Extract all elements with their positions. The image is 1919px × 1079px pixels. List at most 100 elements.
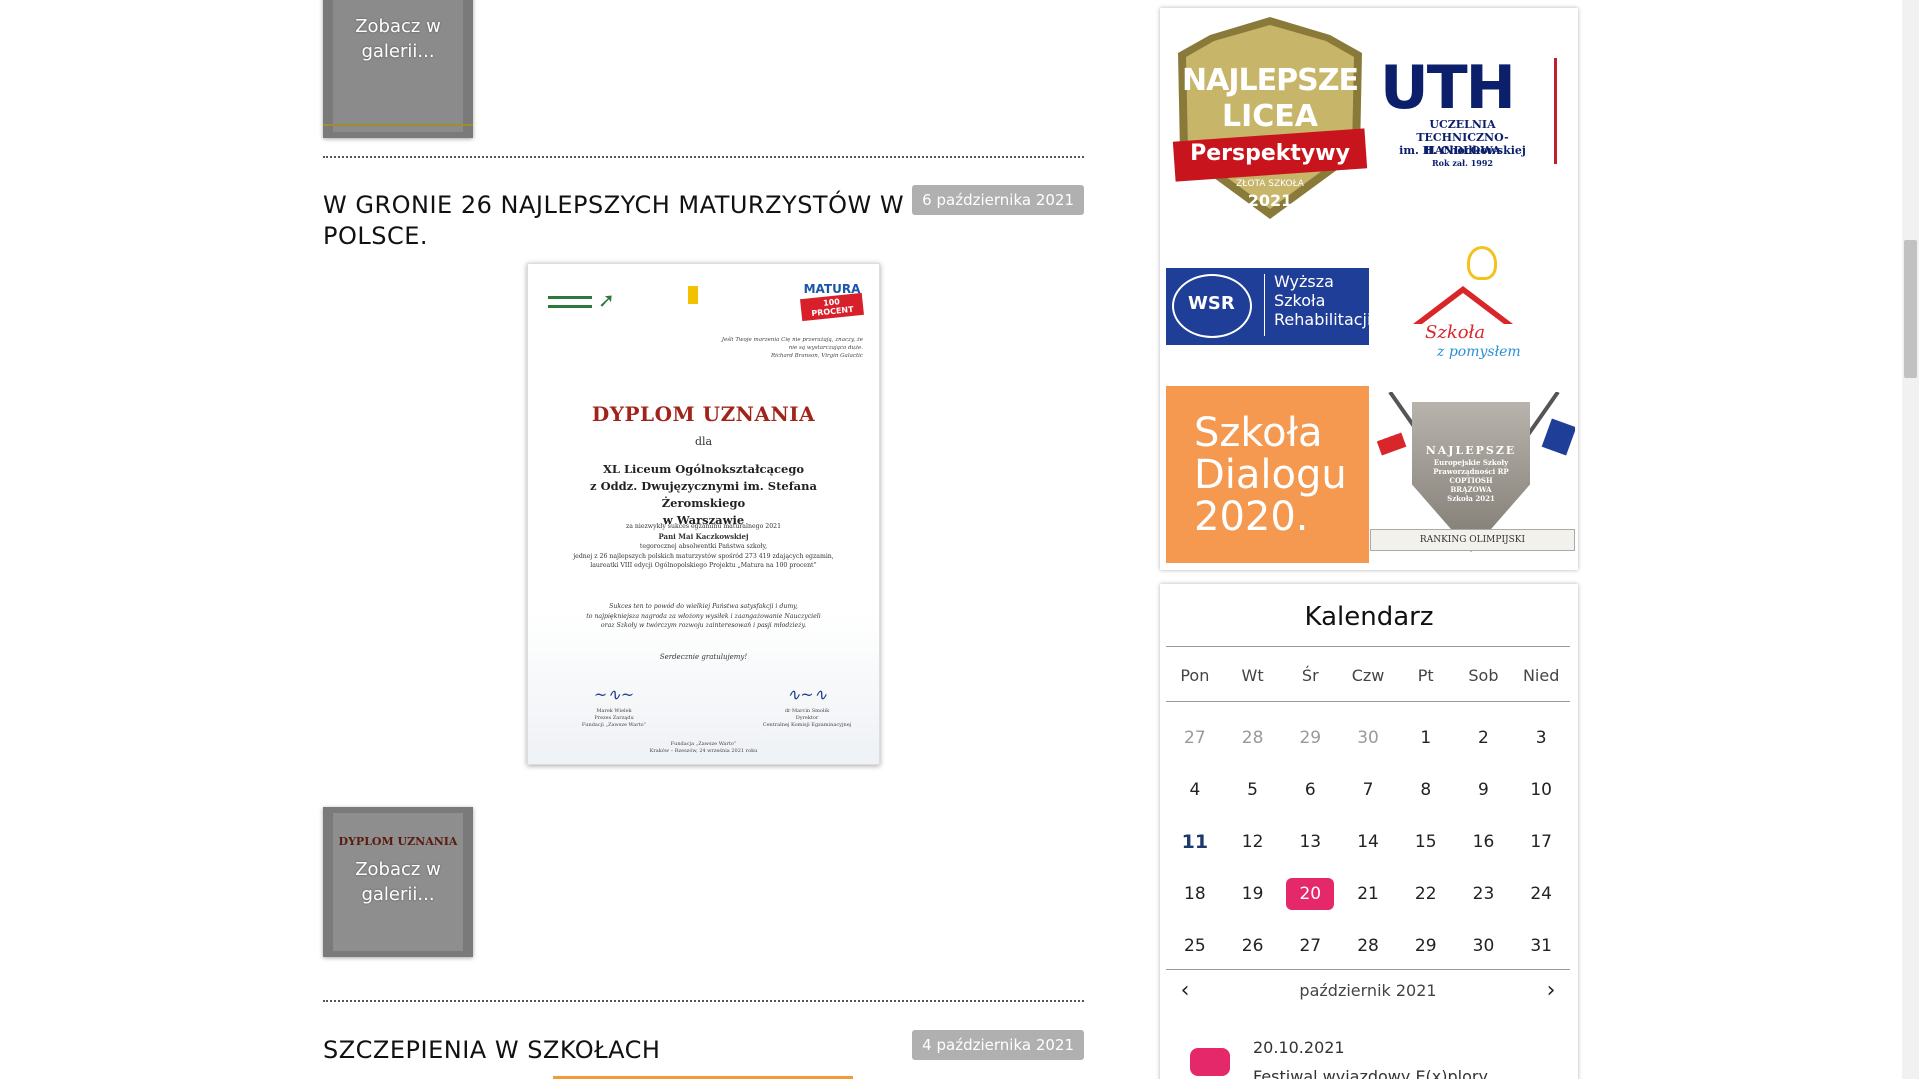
diploma-italic: Sukces ten to powód do wielkiej Państwa …	[552, 602, 855, 631]
house-roof-inner	[1422, 293, 1504, 324]
calendar-widget: Kalendarz Pon Wt Śr Czw Pt Sob Nied 27 28 29 30 1 2…	[1160, 584, 1578, 1079]
olimp-line: NAJLEPSZE	[1425, 444, 1517, 457]
divider	[1166, 646, 1570, 647]
weekday-label: Sob	[1468, 666, 1499, 685]
calendar-day[interactable]: 31	[1512, 920, 1570, 972]
wsr-line: Wyższa	[1274, 272, 1334, 291]
calendar-day[interactable]: 5	[1224, 764, 1282, 816]
calendar-day[interactable]: 27	[1166, 712, 1224, 764]
calendar-day[interactable]: 1	[1397, 712, 1455, 764]
calendar-day[interactable]: 3	[1512, 712, 1570, 764]
ranking-olimpijski-badge[interactable]: NAJLEPSZE Europejskie Szkoły Praworządno…	[1370, 392, 1575, 564]
divider	[1166, 969, 1570, 970]
body-line: tegorocznej absolwentki Państwa szkoły,	[639, 543, 768, 550]
calendar-day[interactable]: 23	[1455, 868, 1513, 920]
calendar-day[interactable]: 28	[1224, 712, 1282, 764]
selected-day[interactable]: 20	[1286, 878, 1335, 910]
signature-left: ~∿~ Marek Wielek Prezes Zarządu Fundacji…	[554, 682, 674, 729]
calendar-day[interactable]: 27	[1281, 920, 1339, 972]
calendar-day[interactable]: 7	[1339, 764, 1397, 816]
calendar-day[interactable]: 8	[1397, 764, 1455, 816]
diploma-quote: Jeśli Twoje marzenia Cię nie przerażają,…	[713, 336, 863, 360]
body-line-name: Pani Mai Kaczkowskiej	[552, 532, 855, 543]
event-color-marker	[1190, 1048, 1230, 1076]
pomysl-word: Szkoła	[1425, 322, 1486, 343]
uth-logo[interactable]: UTH UCZELNIA TECHNICZNO-HANDLOWA im. H. …	[1380, 58, 1570, 178]
gallery-link[interactable]: Zobacz w galerii...	[323, 857, 473, 907]
calendar-day[interactable]: 24	[1512, 868, 1570, 920]
weekday-label: Śr	[1301, 666, 1319, 685]
dialog-line: 2020.	[1194, 494, 1309, 540]
lightbulb-icon	[1467, 246, 1497, 280]
thumbnail-decoration	[323, 124, 473, 126]
gallery-thumbnail[interactable]: Zobacz w galerii...	[323, 0, 473, 138]
calendar-day[interactable]: 9	[1455, 764, 1513, 816]
cke-square	[688, 286, 698, 304]
diploma-footer: Fundacja „Zawsze Warto” Kraków – Rzeszów…	[528, 741, 879, 755]
calendar-day[interactable]: 12	[1224, 816, 1282, 868]
event-title[interactable]: Festiwal wyjazdowy E(x)plory	[1253, 1067, 1488, 1079]
gallery-link[interactable]: Zobacz w galerii...	[323, 14, 473, 64]
calendar-week-row: 11 12 13 14 15 16 17	[1166, 816, 1570, 868]
calendar-day[interactable]: 26	[1224, 920, 1282, 972]
signature-scrawl: ∿~∿	[786, 685, 828, 704]
olimp-line: COPTIOSH	[1449, 476, 1493, 485]
calendar-day[interactable]: 15	[1397, 816, 1455, 868]
calendar-day[interactable]: 10	[1512, 764, 1570, 816]
italic-line: to najpiękniejsza nagroda za włożony wys…	[586, 612, 821, 620]
italic-line: Sukces ten to powód do wielkiej Państwa …	[609, 603, 798, 610]
scrollbar-thumb[interactable]	[1904, 240, 1917, 378]
post-title-line[interactable]: POLSCE.	[323, 221, 904, 252]
wsr-logo[interactable]: WSR Wyższa Szkoła Rehabilitacji	[1166, 268, 1369, 345]
calendar-day[interactable]: 25	[1166, 920, 1224, 972]
calendar-day[interactable]: 19	[1224, 868, 1282, 920]
logo-bar	[548, 296, 592, 308]
calendar-day[interactable]: 30	[1455, 920, 1513, 972]
calendar-day[interactable]: 17	[1512, 816, 1570, 868]
olimp-line: Szkoła 2021	[1447, 494, 1495, 503]
calendar-day[interactable]: 20	[1281, 868, 1339, 920]
page-scrollbar[interactable]	[1902, 0, 1919, 1079]
calendar-day[interactable]: 30	[1339, 712, 1397, 764]
calendar-day[interactable]: 2	[1455, 712, 1513, 764]
dialog-line: Szkoła	[1194, 410, 1323, 456]
szkola-dialogu-logo[interactable]: Szkoła Dialogu 2020.	[1166, 386, 1369, 563]
calendar-weekdays: Pon Wt Śr Czw Pt Sob Nied	[1166, 666, 1570, 688]
thumbnail-heading: DYPLOM UZNANIA	[338, 835, 458, 848]
szkola-z-pomyslem-logo[interactable]: Szkoła z pomysłem	[1395, 236, 1545, 376]
calendar-day[interactable]: 16	[1455, 816, 1513, 868]
post-title[interactable]: SZCZEPIENIA W SZKOŁACH	[323, 1035, 660, 1066]
laureate-name: Pani Mai Kaczkowskiej	[658, 531, 749, 541]
diploma-school-name: XL Liceum Ogólnokształcącego z Oddz. Dwu…	[548, 461, 859, 529]
diploma-body: za niezwykły sukces egzaminu maturalnego…	[552, 522, 855, 571]
cke-logo	[688, 286, 768, 305]
gallery-thumbnail[interactable]: DYPLOM UZNANIA Zobacz w galerii...	[323, 807, 473, 957]
calendar-day[interactable]: 21	[1339, 868, 1397, 920]
wsr-line: Rehabilitacji	[1274, 310, 1369, 329]
diploma-image[interactable]: ➚ MATURA 100 PROCENT Jeśli Twoje marzeni…	[527, 263, 880, 765]
calendar-day[interactable]: 14	[1339, 816, 1397, 868]
calendar-day[interactable]: 11	[1166, 816, 1224, 868]
calendar-day[interactable]: 29	[1397, 920, 1455, 972]
calendar-day[interactable]: 4	[1166, 764, 1224, 816]
calendar-day[interactable]: 28	[1339, 920, 1397, 972]
calendar-day[interactable]: 18	[1166, 868, 1224, 920]
matura-logo-stamp: 100 PROCENT	[800, 292, 864, 322]
najlepsze-licea-badge[interactable]: NAJLEPSZE LICEA Perspektywy ZŁOTA SZKOŁA…	[1170, 13, 1370, 223]
quote-text: Jeśli Twoje marzenia Cię nie przerażają,…	[721, 337, 863, 351]
calendar-day[interactable]: 29	[1281, 712, 1339, 764]
calendar-day[interactable]: 13	[1281, 816, 1339, 868]
wsr-abbr: WSR	[1188, 293, 1235, 314]
quote-author: Richard Branson, Virgin Galactic	[770, 353, 863, 359]
weekday-label: Czw	[1351, 666, 1385, 685]
post-title[interactable]: W GRONIE 26 NAJLEPSZYCH MATURZYSTÓW W PO…	[323, 190, 904, 252]
dialog-line: Dialogu	[1194, 452, 1347, 498]
weekday-label: Pon	[1180, 666, 1210, 685]
post-title-line[interactable]: W GRONIE 26 NAJLEPSZYCH MATURZYSTÓW W	[323, 190, 904, 221]
calendar-day[interactable]: 22	[1397, 868, 1455, 920]
uth-bar	[1554, 58, 1557, 164]
body-line: laureatki VIII edycji Ogólnopolskiego Pr…	[590, 562, 817, 569]
chevron-right-icon[interactable]: ›	[1536, 976, 1566, 1006]
calendar-title: Kalendarz	[1304, 602, 1434, 632]
calendar-day[interactable]: 6	[1281, 764, 1339, 816]
